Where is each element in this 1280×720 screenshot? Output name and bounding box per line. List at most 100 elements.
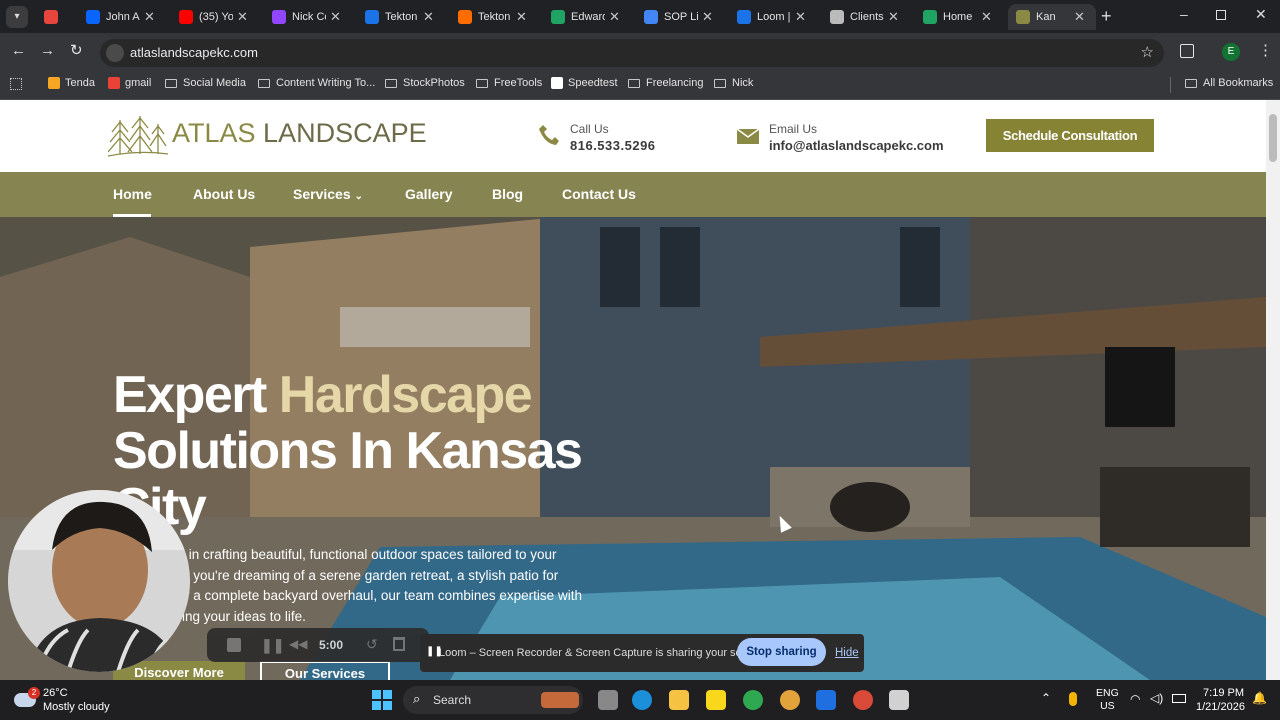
clock[interactable]: 7:19 PM 1/21/2026 xyxy=(1196,686,1245,714)
tab-favicon-icon xyxy=(86,10,100,24)
file-explorer-icon[interactable] xyxy=(669,690,689,710)
browser-tab[interactable]: Home ✕ xyxy=(915,4,1003,30)
browser-tab[interactable]: ✕ xyxy=(36,4,72,30)
bookmark-item[interactable]: Tenda xyxy=(48,77,95,89)
battery-icon[interactable] xyxy=(1172,694,1186,703)
volume-icon[interactable]: ◁) xyxy=(1150,691,1163,705)
bookmark-item[interactable]: gmail xyxy=(108,77,151,89)
microphone-icon[interactable] xyxy=(1069,692,1077,706)
browser-tab[interactable]: (35) You ✕ xyxy=(171,4,259,30)
tab-close-icon[interactable]: ✕ xyxy=(888,9,899,25)
bookmark-item[interactable]: Social Media xyxy=(165,77,246,89)
bookmark-star-icon[interactable]: ☆ xyxy=(1141,43,1154,61)
snipping-tool-icon[interactable] xyxy=(889,690,909,710)
site-header: ATLAS LANDSCAPE Call Us 816.533.5296 Ema… xyxy=(0,100,1266,172)
bookmark-item[interactable]: StockPhotos xyxy=(385,77,465,89)
tab-title: Nick Co xyxy=(292,11,326,23)
browser-tab[interactable]: Kan ✕ xyxy=(1008,4,1096,30)
tenda-icon xyxy=(48,77,60,89)
language-indicator[interactable]: ENG US xyxy=(1096,687,1119,713)
hide-sharing-bar-link[interactable]: Hide xyxy=(835,647,859,659)
browser-tab[interactable]: SOP Lin ✕ xyxy=(636,4,724,30)
stop-sharing-button[interactable]: Stop sharing xyxy=(737,638,826,666)
tab-close-icon[interactable]: ✕ xyxy=(237,9,248,25)
search-icon: ⌕ xyxy=(413,691,421,706)
edge-icon[interactable] xyxy=(632,690,652,710)
hero-paragraph: de in crafting beautiful, functional out… xyxy=(170,547,582,624)
weather-widget[interactable]: 2 26°C Mostly cloudy xyxy=(14,685,134,715)
browser-tab[interactable]: John A ✕ xyxy=(78,4,166,30)
tab-close-icon[interactable]: ✕ xyxy=(609,9,620,25)
schedule-consultation-button[interactable]: Schedule Consultation xyxy=(986,119,1154,152)
tab-close-icon[interactable]: ✕ xyxy=(144,9,155,25)
nav-services[interactable]: Services ⌄ xyxy=(293,186,363,202)
tab-search-button[interactable]: ▾ xyxy=(6,6,28,28)
tab-close-icon[interactable]: ✕ xyxy=(423,9,434,25)
minimize-button[interactable]: – xyxy=(1180,6,1188,22)
browser-tab[interactable]: Clients ✕ xyxy=(822,4,910,30)
envelope-icon xyxy=(736,128,760,144)
start-icon[interactable] xyxy=(372,690,392,710)
browser-tab[interactable]: Tekton ✕ xyxy=(357,4,445,30)
tab-close-icon[interactable]: ✕ xyxy=(516,9,527,25)
nav-gallery[interactable]: Gallery xyxy=(405,186,452,202)
chrome-profile-icon[interactable] xyxy=(780,690,800,710)
nav-blog[interactable]: Blog xyxy=(492,186,523,202)
tab-title: Clients xyxy=(850,11,884,23)
notification-bell-icon[interactable]: 🔔 xyxy=(1252,691,1267,705)
email-address[interactable]: info@atlaslandscapekc.com xyxy=(769,138,944,153)
nav-home[interactable]: Home xyxy=(113,186,152,202)
app-icon[interactable] xyxy=(816,690,836,710)
tab-close-icon[interactable]: ✕ xyxy=(1074,9,1085,25)
phone-number[interactable]: 816.533.5296 xyxy=(570,138,656,153)
profile-avatar[interactable]: E xyxy=(1222,43,1240,61)
stop-recording-icon[interactable] xyxy=(227,638,241,652)
task-view-icon[interactable] xyxy=(598,690,618,710)
logo-text[interactable]: ATLAS LANDSCAPE xyxy=(172,118,427,149)
rewind-icon[interactable]: ◀◀ xyxy=(289,637,307,651)
extensions-icon[interactable] xyxy=(1180,44,1194,58)
folder-icon xyxy=(476,78,488,88)
pause-icon[interactable]: ❚❚ xyxy=(261,637,284,654)
restore-button[interactable] xyxy=(1216,10,1226,20)
nav-about-us[interactable]: About Us xyxy=(193,186,255,202)
nav-contact-us[interactable]: Contact Us xyxy=(562,186,636,202)
bookmark-item[interactable]: Nick xyxy=(714,77,753,89)
x-icon xyxy=(551,77,563,89)
sticky-notes-icon[interactable] xyxy=(706,690,726,710)
tab-close-icon[interactable]: ✕ xyxy=(702,9,713,25)
address-bar[interactable]: atlaslandscapekc.com ☆ xyxy=(100,39,1164,67)
wifi-icon[interactable]: ◠ xyxy=(1130,692,1140,706)
bookmark-item[interactable]: Content Writing To... xyxy=(258,77,375,89)
chrome-icon[interactable] xyxy=(743,690,763,710)
tab-close-icon[interactable]: ✕ xyxy=(330,9,341,25)
taskbar-search[interactable]: ⌕ Search xyxy=(403,686,583,714)
browser-tab[interactable]: Edward ✕ xyxy=(543,4,631,30)
close-window-button[interactable]: ✕ xyxy=(1255,6,1267,23)
browser-tab[interactable]: Nick Co ✕ xyxy=(264,4,352,30)
page-scrollbar[interactable] xyxy=(1266,100,1280,680)
browser-tab[interactable]: Tekton ✕ xyxy=(450,4,538,30)
trash-icon[interactable] xyxy=(393,637,405,651)
folder-icon xyxy=(714,78,726,88)
our-services-button[interactable]: Our Services xyxy=(260,661,390,680)
bookmark-item[interactable]: Speedtest xyxy=(551,77,618,89)
show-hidden-icons-chevron-icon[interactable]: ⌃ xyxy=(1041,691,1051,705)
forward-button[interactable]: → xyxy=(40,42,55,59)
chrome-profile-2-icon[interactable] xyxy=(853,690,873,710)
menu-icon[interactable]: ⋮ xyxy=(1258,41,1273,59)
reload-button[interactable]: ↻ xyxy=(70,41,83,59)
site-info-icon[interactable] xyxy=(106,44,124,62)
new-tab-button[interactable]: + xyxy=(1101,6,1112,27)
bookmark-item[interactable]: Freelancing xyxy=(628,77,703,89)
loom-webcam-bubble[interactable] xyxy=(8,490,190,672)
back-button[interactable]: ← xyxy=(11,42,26,59)
browser-tab[interactable]: Loom | ✕ xyxy=(729,4,817,30)
tab-close-icon[interactable]: ✕ xyxy=(795,9,806,25)
tab-close-icon[interactable]: ✕ xyxy=(981,9,992,25)
all-bookmarks[interactable]: All Bookmarks xyxy=(1185,77,1273,89)
apps-icon[interactable] xyxy=(10,78,22,90)
restart-icon[interactable]: ↺ xyxy=(366,636,378,653)
scrollbar-thumb[interactable] xyxy=(1269,114,1277,162)
bookmark-item[interactable]: FreeTools xyxy=(476,77,542,89)
